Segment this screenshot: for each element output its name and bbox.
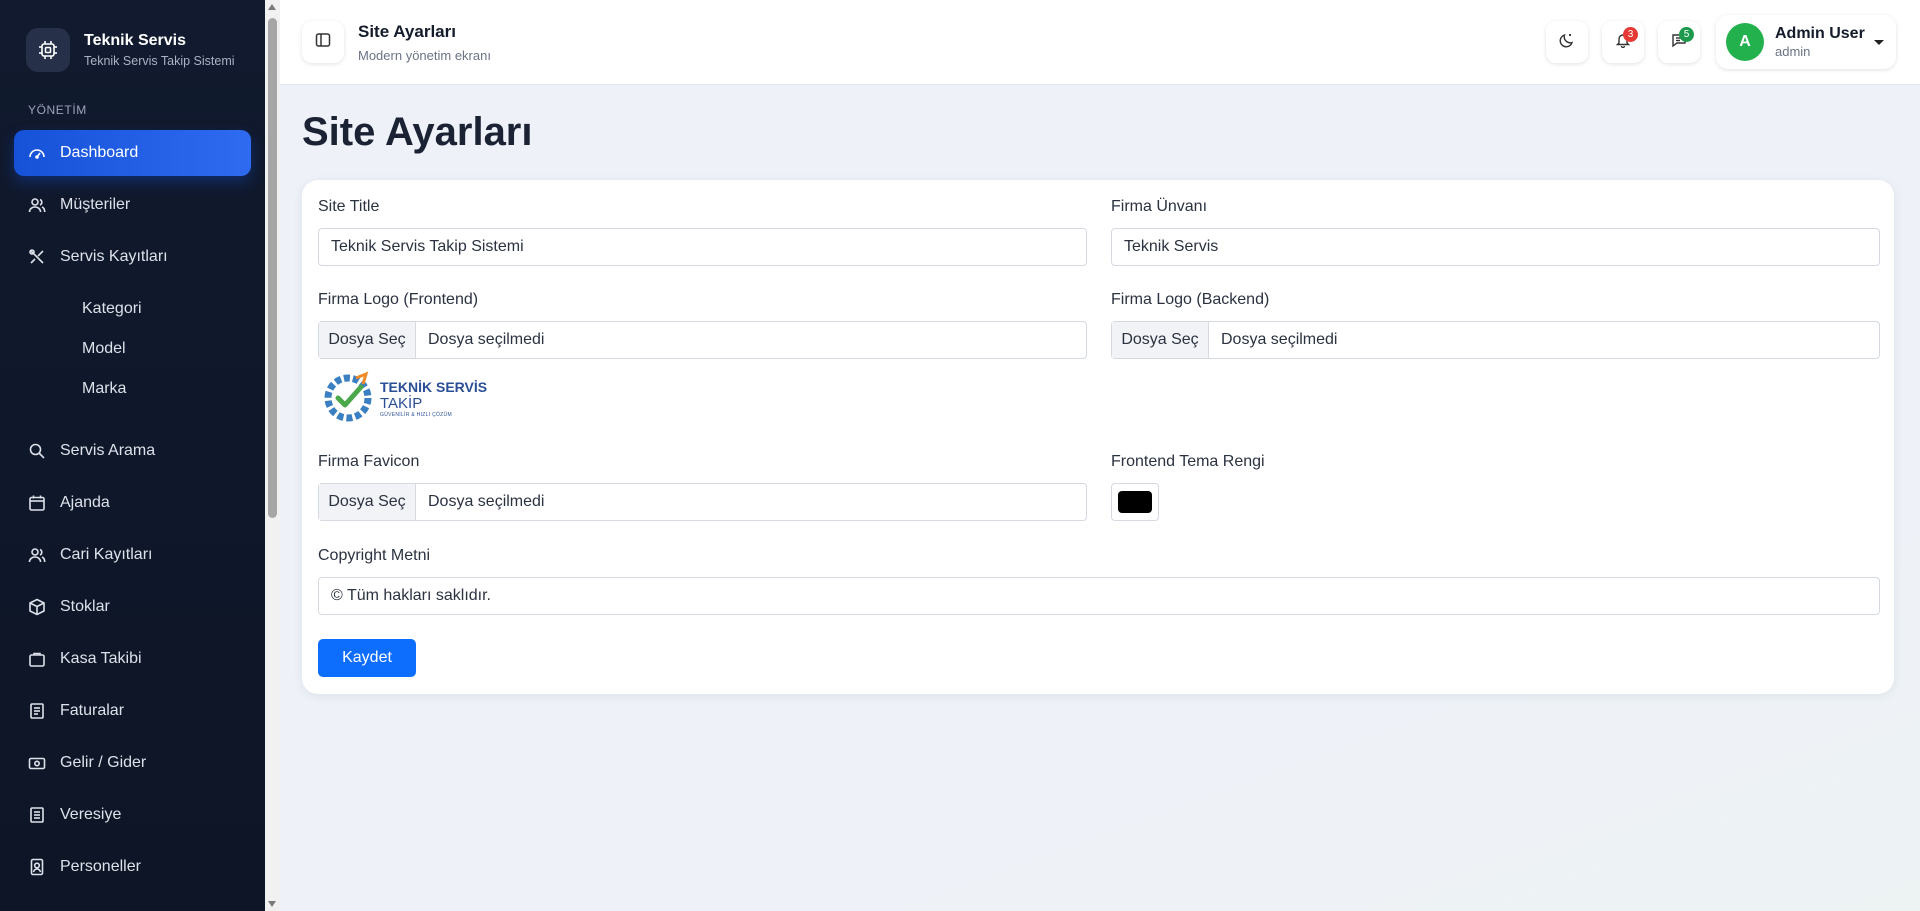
sidebar-item-veresiye[interactable]: Veresiye <box>14 792 251 838</box>
sidebar-item-stoklar[interactable]: Stoklar <box>14 584 251 630</box>
sidebar-subitem-model[interactable]: Model <box>82 340 126 358</box>
site-title-label: Site Title <box>318 198 380 215</box>
messages-badge: 5 <box>1679 27 1694 42</box>
sidebar-item-label: Kasa Takibi <box>60 650 142 667</box>
sidebar-item-gelir-gider[interactable]: Gelir / Gider <box>14 740 251 786</box>
chip-icon <box>26 28 70 72</box>
badge-icon <box>28 858 46 876</box>
sidebar-item-musteriler[interactable]: Müşteriler <box>14 182 251 228</box>
logo-frontend-choose-button[interactable]: Dosya Seç <box>319 322 416 358</box>
topbar: Site Ayarları Modern yönetim ekranı 3 5 … <box>280 0 1920 85</box>
copyright-input[interactable]: © Tüm hakları saklıdır. <box>318 577 1880 615</box>
gauge-icon <box>28 144 46 162</box>
sidebar-item-label: Faturalar <box>60 702 125 719</box>
logo-text-line2: TAKİP <box>380 394 423 412</box>
tools-icon <box>28 248 46 266</box>
theme-color-picker[interactable] <box>1111 483 1159 521</box>
notifications-button[interactable]: 3 <box>1602 21 1644 63</box>
sidebar-item-kasa-takibi[interactable]: Kasa Takibi <box>14 636 251 682</box>
sidebar-item-label: Dashboard <box>60 144 139 161</box>
sidebar-item-cari-kayitlari[interactable]: Cari Kayıtları <box>14 532 251 578</box>
main-content: Site Ayarları Site Title Teknik Servis T… <box>280 85 1920 911</box>
logo-backend-file-input[interactable]: Dosya Seç Dosya seçilmedi <box>1111 321 1880 359</box>
sidebar: Teknik Servis Teknik Servis Takip Sistem… <box>0 0 265 911</box>
logo-text-line3: GÜVENİLİR & HIZLI ÇÖZÜM <box>380 411 452 418</box>
people-icon <box>28 546 46 564</box>
sidebar-item-label: Gelir / Gider <box>60 754 147 771</box>
favicon-file-status: Dosya seçilmedi <box>428 493 545 510</box>
save-button[interactable]: Kaydet <box>318 639 416 677</box>
search-icon <box>28 442 46 460</box>
logo-preview: TEKNİK SERVİS TAKİP GÜVENİLİR & HIZLI ÇÖ… <box>320 368 487 429</box>
company-name-label: Firma Ünvanı <box>1111 198 1208 215</box>
logo-frontend-file-input[interactable]: Dosya Seç Dosya seçilmedi <box>318 321 1087 359</box>
notifications-badge: 3 <box>1623 27 1638 42</box>
brand[interactable]: Teknik Servis Teknik Servis Takip Sistem… <box>0 0 265 100</box>
users-icon <box>28 196 46 214</box>
calendar-icon <box>28 494 46 512</box>
theme-color-label: Frontend Tema Rengi <box>1111 453 1265 470</box>
page-title: Site Ayarları <box>302 110 533 154</box>
logo-backend-file-status: Dosya seçilmedi <box>1221 331 1338 348</box>
theme-color-swatch <box>1118 491 1152 513</box>
logo-text-line1: TEKNİK SERVİS <box>380 378 488 395</box>
sidebar-subitem-kategori[interactable]: Kategori <box>82 300 142 318</box>
messages-button[interactable]: 5 <box>1658 21 1700 63</box>
sidebar-item-label: Servis Arama <box>60 442 156 459</box>
ledger-icon <box>28 806 46 824</box>
sidebar-item-label: Cari Kayıtları <box>60 546 153 563</box>
sidebar-item-label: Personeller <box>60 858 141 875</box>
favicon-label: Firma Favicon <box>318 453 420 470</box>
invoice-icon <box>28 702 46 720</box>
theme-toggle-button[interactable] <box>1546 21 1588 63</box>
site-title-input[interactable]: Teknik Servis Takip Sistemi <box>318 228 1087 266</box>
gear-check-logo-icon <box>320 368 376 429</box>
sidebar-toggle-icon <box>315 32 331 53</box>
sidebar-item-personeller[interactable]: Personeller <box>14 844 251 890</box>
sidebar-item-label: Ajanda <box>60 494 110 511</box>
sidebar-item-label: Servis Kayıtları <box>60 248 168 265</box>
box-icon <box>28 598 46 616</box>
settings-card: Site Title Teknik Servis Takip Sistemi F… <box>302 180 1894 694</box>
sidebar-item-dashboard[interactable]: Dashboard <box>14 130 251 176</box>
sidebar-item-label: Müşteriler <box>60 196 131 213</box>
avatar: A <box>1726 23 1764 61</box>
chevron-down-icon <box>1874 40 1884 45</box>
company-name-input[interactable]: Teknik Servis <box>1111 228 1880 266</box>
briefcase-icon <box>28 650 46 668</box>
favicon-choose-button[interactable]: Dosya Seç <box>319 484 416 520</box>
brand-subtitle: Teknik Servis Takip Sistemi <box>84 54 235 68</box>
copyright-label: Copyright Metni <box>318 547 431 564</box>
sidebar-item-servis-arama[interactable]: Servis Arama <box>14 428 251 474</box>
brand-title: Teknik Servis <box>84 32 186 49</box>
topbar-subtitle: Modern yönetim ekranı <box>358 48 491 63</box>
logo-frontend-file-status: Dosya seçilmedi <box>428 331 545 348</box>
user-name: Admin User <box>1775 25 1865 42</box>
section-label: YÖNETİM <box>28 103 87 117</box>
logo-frontend-label: Firma Logo (Frontend) <box>318 291 479 308</box>
user-role: admin <box>1775 44 1811 59</box>
cash-icon <box>28 754 46 772</box>
sidebar-item-servis-kayitlari[interactable]: Servis Kayıtları <box>14 234 251 280</box>
sidebar-item-ajanda[interactable]: Ajanda <box>14 480 251 526</box>
sidebar-item-label: Stoklar <box>60 598 110 615</box>
moon-icon <box>1559 32 1575 53</box>
logo-backend-label: Firma Logo (Backend) <box>1111 291 1270 308</box>
scroll-down-arrow[interactable] <box>268 901 276 907</box>
sidebar-scrollbar[interactable] <box>265 0 280 911</box>
sidebar-subitem-marka[interactable]: Marka <box>82 380 126 398</box>
sidebar-item-faturalar[interactable]: Faturalar <box>14 688 251 734</box>
favicon-file-input[interactable]: Dosya Seç Dosya seçilmedi <box>318 483 1087 521</box>
logo-backend-choose-button[interactable]: Dosya Seç <box>1112 322 1209 358</box>
topbar-title: Site Ayarları <box>358 22 456 41</box>
user-menu[interactable]: A Admin User admin <box>1716 15 1896 69</box>
scroll-thumb[interactable] <box>268 18 277 518</box>
sidebar-item-label: Veresiye <box>60 806 122 823</box>
sidebar-toggle-button[interactable] <box>302 21 344 63</box>
scroll-up-arrow[interactable] <box>268 4 276 10</box>
